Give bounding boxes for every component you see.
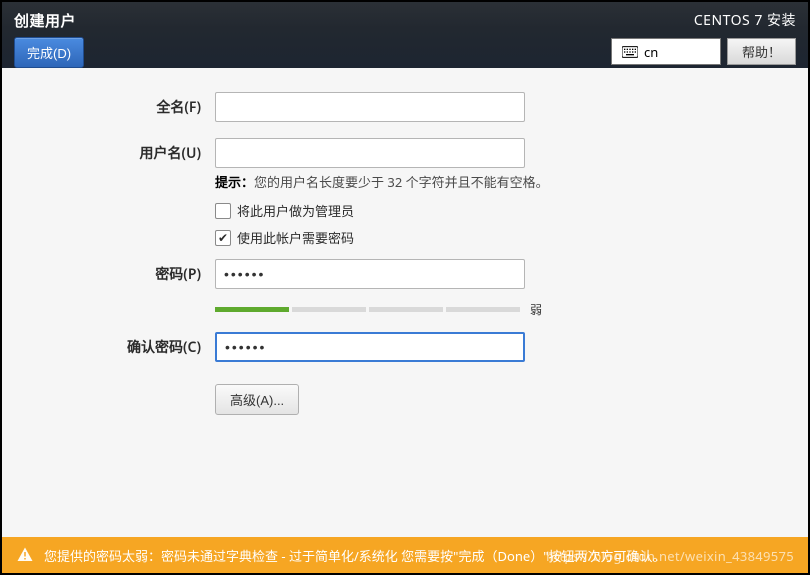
warning-text: 您提供的密码太弱：密码未通过字典检查 - 过于简单化/系统化 您需要按"完成（D… <box>44 546 666 565</box>
password-strength: 弱 <box>215 301 725 318</box>
page-title: 创建用户 <box>14 10 84 31</box>
admin-checkbox[interactable] <box>215 203 231 219</box>
admin-checkbox-row[interactable]: 将此用户做为管理员 <box>215 201 725 220</box>
keyboard-indicator-label: cn <box>644 43 658 61</box>
require-password-checkbox-label: 使用此帐户需要密码 <box>237 228 354 247</box>
admin-checkbox-label: 将此用户做为管理员 <box>237 201 354 220</box>
password-input[interactable] <box>215 259 525 289</box>
form-area: 全名(F) 用户名(U) 提示：您的用户名长度要少于 32 个字符并且不能有空格… <box>2 68 808 537</box>
advanced-button[interactable]: 高级(A)... <box>215 384 299 415</box>
fullname-input[interactable] <box>215 92 525 122</box>
require-password-checkbox[interactable] <box>215 230 231 246</box>
header-bar: 创建用户 完成(D) CENTOS 7 安装 cn 帮助！ <box>2 2 808 68</box>
username-input[interactable] <box>215 138 525 168</box>
fullname-label: 全名(F) <box>85 97 215 117</box>
help-button[interactable]: 帮助！ <box>727 38 796 65</box>
keyboard-icon <box>622 46 638 58</box>
keyboard-indicator[interactable]: cn <box>611 38 721 65</box>
warning-bar: 您提供的密码太弱：密码未通过字典检查 - 过于简单化/系统化 您需要按"完成（D… <box>2 537 808 573</box>
warning-icon <box>16 546 34 564</box>
strength-label: 弱 <box>530 301 542 318</box>
strength-meter <box>215 307 520 312</box>
password-label: 密码(P) <box>85 264 215 284</box>
username-label: 用户名(U) <box>85 143 215 163</box>
done-button[interactable]: 完成(D) <box>14 37 84 68</box>
require-password-checkbox-row[interactable]: 使用此帐户需要密码 <box>215 228 725 247</box>
username-hint: 提示：您的用户名长度要少于 32 个字符并且不能有空格。 <box>215 172 725 191</box>
confirm-password-label: 确认密码(C) <box>85 337 215 357</box>
install-title: CENTOS 7 安装 <box>611 10 796 30</box>
confirm-password-input[interactable] <box>215 332 525 362</box>
